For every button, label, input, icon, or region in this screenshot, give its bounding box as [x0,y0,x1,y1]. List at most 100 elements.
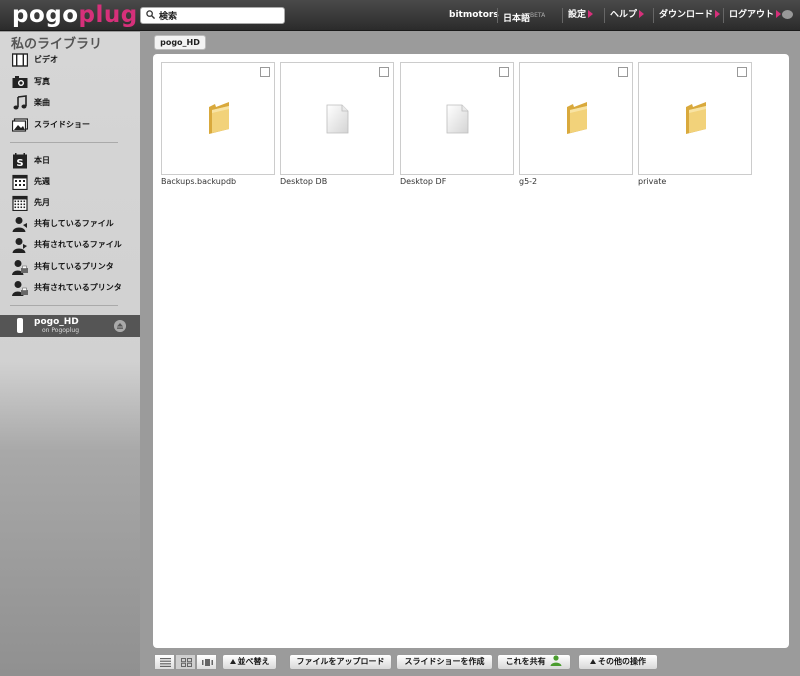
slideshow-label: スライドショーを作成 [404,657,485,666]
eject-icon[interactable] [114,320,126,332]
search-icon [146,10,155,19]
search-box[interactable] [140,7,285,24]
logo-plug: plug [78,2,138,28]
sidebar-item-label: 楽曲 [34,98,50,107]
calendar-month-icon [12,195,28,211]
usb-drive-icon [17,318,23,333]
file-grid: Backups.backupdb Desktop DB Desktop DF g… [153,54,789,648]
file-tile[interactable] [161,62,275,175]
breadcrumb[interactable]: pogo_HD [154,35,206,50]
share-this-button[interactable]: これを共有 [497,654,571,670]
file-tile[interactable] [638,62,752,175]
breadcrumb-label: pogo_HD [160,38,200,47]
nav-divider [723,8,724,23]
sidebar: 私のライブラリ ビデオ 写真 楽曲 スライドショー S 本日 先週 先月 共有し… [0,32,140,676]
sidebar-item-label: スライドショー [34,120,90,129]
download-label: ダウンロード [659,10,714,20]
settings-label: 設定 [568,10,587,20]
select-checkbox[interactable] [260,67,270,77]
sidebar-item-label: 本日 [34,156,50,165]
upload-files-button[interactable]: ファイルをアップロード [289,654,392,670]
folder-icon [209,102,229,134]
filmstrip-view-icon [202,659,213,666]
file-name[interactable]: private [638,177,666,186]
arrow-right-icon [588,10,594,18]
file-name[interactable]: Desktop DF [400,177,446,186]
person-shared-icon [12,238,27,253]
document-icon [326,104,349,134]
folder-icon [686,102,706,134]
arrow-up-icon [590,659,596,664]
download-menu[interactable]: ダウンロード [653,0,721,31]
calendar-week-icon [12,174,28,190]
slideshow-icon [12,118,28,132]
sort-label: 並べ替え [237,657,270,666]
sidebar-item-label: 共有しているファイル [34,219,114,228]
sidebar-item-label: 共有されているファイル [34,240,122,249]
arrow-up-icon [229,659,236,664]
nav-divider [562,8,563,23]
file-name[interactable]: Desktop DB [280,177,327,186]
help-menu[interactable]: ヘルプ [604,0,645,31]
sidebar-item-label: 先週 [34,177,50,186]
list-view-icon [160,658,171,667]
share-label: これを共有 [505,657,546,666]
more-actions-button[interactable]: その他の操作 [578,654,658,670]
search-input[interactable] [159,9,279,22]
folder-icon [567,102,587,134]
file-tile[interactable] [280,62,394,175]
select-checkbox[interactable] [379,67,389,77]
nav-divider [653,8,654,23]
film-icon [12,53,28,67]
select-checkbox[interactable] [499,67,509,77]
sort-button[interactable]: 並べ替え [222,654,277,670]
nav-divider [604,8,605,23]
arrow-right-icon [776,10,782,18]
file-tile[interactable] [519,62,633,175]
device-subtitle: on Pogoplug [42,327,80,334]
person-printer-icon [12,260,28,275]
create-slideshow-button[interactable]: スライドショーを作成 [396,654,493,670]
arrow-right-icon [639,10,645,18]
list-view-button[interactable] [154,654,175,670]
language-label: 日本語 [503,14,531,24]
nav-divider [497,8,498,23]
file-name[interactable]: Backups.backupdb [161,177,236,186]
chat-bubble-icon[interactable] [782,10,793,19]
settings-menu[interactable]: 設定 [562,0,594,31]
music-note-icon [13,95,27,110]
sidebar-item-label: 共有されているプリンタ [34,283,122,292]
share-person-icon [550,655,562,666]
file-tile[interactable] [400,62,514,175]
logout-menu[interactable]: ログアウト [723,0,782,31]
calendar-day-icon: S [13,153,27,169]
sidebar-item-label: 写真 [34,77,50,86]
person-printer-shared-icon [12,281,28,296]
camera-icon [12,76,28,88]
select-checkbox[interactable] [618,67,628,77]
sidebar-device-pogo-hd[interactable]: pogo_HD on Pogoplug [0,315,140,337]
person-share-icon [12,217,27,232]
logout-label: ログアウト [729,10,775,20]
more-label: その他の操作 [598,657,646,666]
username-label: bitmotors [449,10,499,20]
device-name: pogo_HD [34,317,79,327]
filmstrip-view-button[interactable] [196,654,217,670]
grid-view-button[interactable] [175,654,196,670]
beta-badge: BETA [530,12,546,19]
help-label: ヘルプ [610,10,638,20]
language-menu[interactable]: 日本語BETA [497,0,546,31]
arrow-right-icon [715,10,721,18]
svg-text:S: S [16,158,23,169]
document-icon [446,104,469,134]
file-name[interactable]: g5-2 [519,177,537,186]
pogoplug-logo[interactable]: pogoplug [12,2,138,28]
sidebar-divider [10,305,118,306]
username-link[interactable]: bitmotors [449,0,499,31]
upload-label: ファイルをアップロード [296,657,385,666]
sidebar-divider [10,142,118,143]
sidebar-item-label: 先月 [34,198,50,207]
grid-view-icon [181,658,192,667]
logo-pogo: pogo [12,2,79,28]
select-checkbox[interactable] [737,67,747,77]
